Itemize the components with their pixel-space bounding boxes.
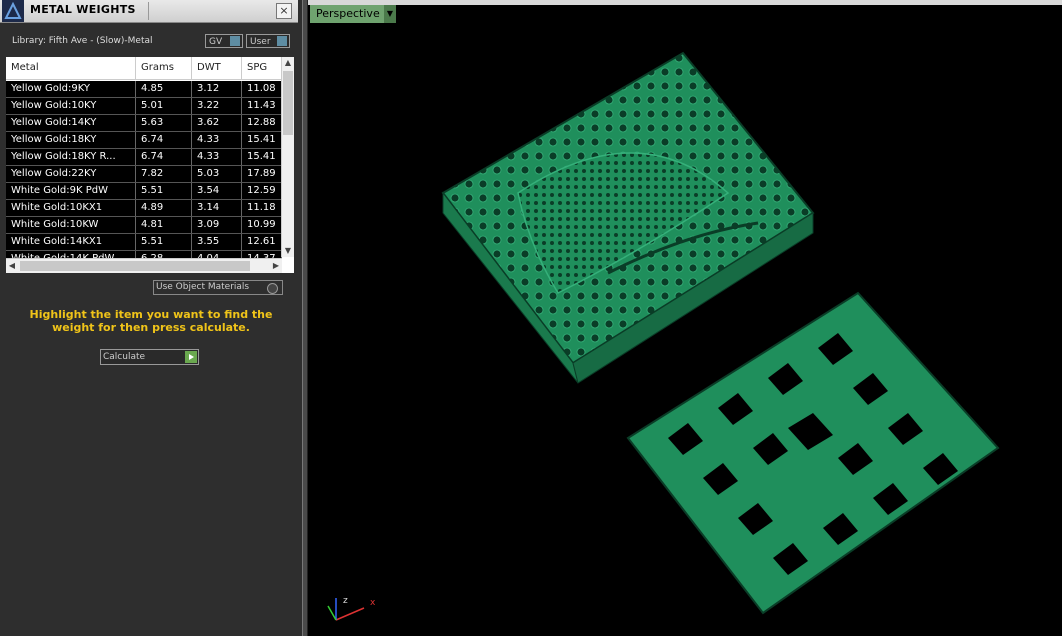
table-row[interactable]: Yellow Gold:10KY 5.01 3.22 11.43: [6, 98, 282, 115]
calculate-button[interactable]: Calculate: [100, 349, 199, 365]
view-selector[interactable]: Perspective: [310, 5, 394, 23]
instruction-text: Highlight the item you want to find the …: [29, 308, 273, 334]
table-cell: 12.61: [242, 234, 282, 250]
radio-icon[interactable]: [267, 283, 278, 294]
title-separator: [148, 2, 149, 20]
metal-weights-panel: METAL WEIGHTS × Library: Fifth Ave - (Sl…: [0, 0, 302, 636]
model-render: [441, 51, 1000, 615]
table-row[interactable]: Yellow Gold:18KY R... 6.74 4.33 15.41: [6, 149, 282, 166]
scroll-up-icon[interactable]: ▲: [282, 57, 294, 69]
scroll-down-icon[interactable]: ▼: [282, 245, 294, 257]
table-cell: Yellow Gold:18KY: [6, 132, 136, 148]
table-cell: 4.33: [192, 132, 242, 148]
table-cell: Yellow Gold:9KY: [6, 81, 136, 97]
table-cell: 7.82: [136, 166, 192, 182]
scroll-right-icon[interactable]: ▶: [270, 260, 282, 272]
table-row[interactable]: Yellow Gold:22KY 7.82 5.03 17.89: [6, 166, 282, 183]
table-cell: 5.01: [136, 98, 192, 114]
scroll-left-icon[interactable]: ◀: [6, 260, 18, 272]
column-header-metal[interactable]: Metal: [6, 57, 136, 79]
table-cell: 5.51: [136, 183, 192, 199]
scroll-thumb[interactable]: [20, 261, 250, 271]
axis-gizmo: z x: [324, 594, 380, 624]
table-cell: 17.89: [242, 166, 282, 182]
column-header-spg[interactable]: SPG: [242, 57, 282, 79]
table-cell: 6.74: [136, 132, 192, 148]
table-cell: 5.51: [136, 234, 192, 250]
column-header-dwt[interactable]: DWT: [192, 57, 242, 79]
table-row[interactable]: White Gold:10KX1 4.89 3.14 11.18: [6, 200, 282, 217]
table-header: Metal Grams DWT SPG: [6, 57, 282, 80]
table-cell: 3.62: [192, 115, 242, 131]
table-cell: 15.41: [242, 132, 282, 148]
use-object-materials-label: Use Object Materials: [156, 282, 250, 292]
table-cell: Yellow Gold:18KY R...: [6, 149, 136, 165]
use-object-materials-option[interactable]: Use Object Materials: [153, 280, 283, 295]
vertical-scrollbar[interactable]: ▲ ▼: [281, 57, 294, 257]
table-cell: White Gold:10KW: [6, 217, 136, 233]
gv-label: GV: [209, 37, 223, 47]
table-row[interactable]: Yellow Gold:18KY 6.74 4.33 15.41: [6, 132, 282, 149]
toggle-knob-icon: [277, 36, 287, 46]
table-row[interactable]: Yellow Gold:9KY 4.85 3.12 11.08: [6, 81, 282, 98]
panel-title-bar[interactable]: METAL WEIGHTS ×: [0, 0, 298, 23]
table-cell: 11.43: [242, 98, 282, 114]
table-cell: White Gold:14KX1: [6, 234, 136, 250]
lattice-plate-model: [626, 291, 1000, 615]
panel-title: METAL WEIGHTS: [30, 3, 136, 16]
table-cell: Yellow Gold:14KY: [6, 115, 136, 131]
table-cell: 4.89: [136, 200, 192, 216]
table-row[interactable]: Yellow Gold:14KY 5.63 3.62 12.88: [6, 115, 282, 132]
table-cell: 15.41: [242, 149, 282, 165]
column-header-grams[interactable]: Grams: [136, 57, 192, 79]
axis-z-label: z: [343, 596, 348, 606]
user-label: User: [250, 37, 271, 47]
table-cell: 5.63: [136, 115, 192, 131]
table-cell: 4.81: [136, 217, 192, 233]
table-cell: 10.99: [242, 217, 282, 233]
viewport-top-strip: [308, 0, 1062, 5]
table-cell: 3.09: [192, 217, 242, 233]
table-row[interactable]: White Gold:14KX1 5.51 3.55 12.61: [6, 234, 282, 251]
table-row[interactable]: White Gold:9K PdW 5.51 3.54 12.59: [6, 183, 282, 200]
table-cell: 3.22: [192, 98, 242, 114]
table-row[interactable]: White Gold:10KW 4.81 3.09 10.99: [6, 217, 282, 234]
table-body: Yellow Gold:9KY 4.85 3.12 11.08 Yellow Gold:…: [6, 81, 282, 268]
table-cell: 12.88: [242, 115, 282, 131]
close-button[interactable]: ×: [276, 3, 292, 19]
3d-viewport[interactable]: Perspective ▼ z x: [308, 0, 1062, 636]
table-cell: 12.59: [242, 183, 282, 199]
pendant-box-model: [441, 51, 815, 384]
user-toggle[interactable]: User: [246, 34, 290, 48]
scroll-thumb[interactable]: [283, 71, 293, 135]
table-cell: 3.12: [192, 81, 242, 97]
play-icon: [185, 351, 197, 363]
chevron-down-icon[interactable]: ▼: [384, 5, 396, 23]
table-cell: Yellow Gold:22KY: [6, 166, 136, 182]
table-cell: 3.14: [192, 200, 242, 216]
table-cell: 4.85: [136, 81, 192, 97]
table-cell: 3.55: [192, 234, 242, 250]
axis-x-label: x: [370, 598, 376, 608]
table-cell: White Gold:10KX1: [6, 200, 136, 216]
table-cell: 5.03: [192, 166, 242, 182]
table-cell: 4.33: [192, 149, 242, 165]
gv-toggle[interactable]: GV: [205, 34, 243, 48]
table-cell: 6.74: [136, 149, 192, 165]
metal-table[interactable]: Metal Grams DWT SPG Yellow Gold:9KY 4.85 3…: [6, 57, 294, 273]
calculate-label: Calculate: [103, 352, 146, 362]
table-cell: 11.08: [242, 81, 282, 97]
view-name: Perspective: [316, 7, 380, 20]
library-label: Library: Fifth Ave - (Slow)-Metal: [12, 36, 153, 46]
table-cell: White Gold:9K PdW: [6, 183, 136, 199]
table-cell: 11.18: [242, 200, 282, 216]
horizontal-scrollbar[interactable]: ◀ ▶: [6, 258, 282, 273]
toggle-knob-icon: [230, 36, 240, 46]
table-cell: Yellow Gold:10KY: [6, 98, 136, 114]
table-cell: 3.54: [192, 183, 242, 199]
app-logo-icon: [2, 0, 24, 22]
